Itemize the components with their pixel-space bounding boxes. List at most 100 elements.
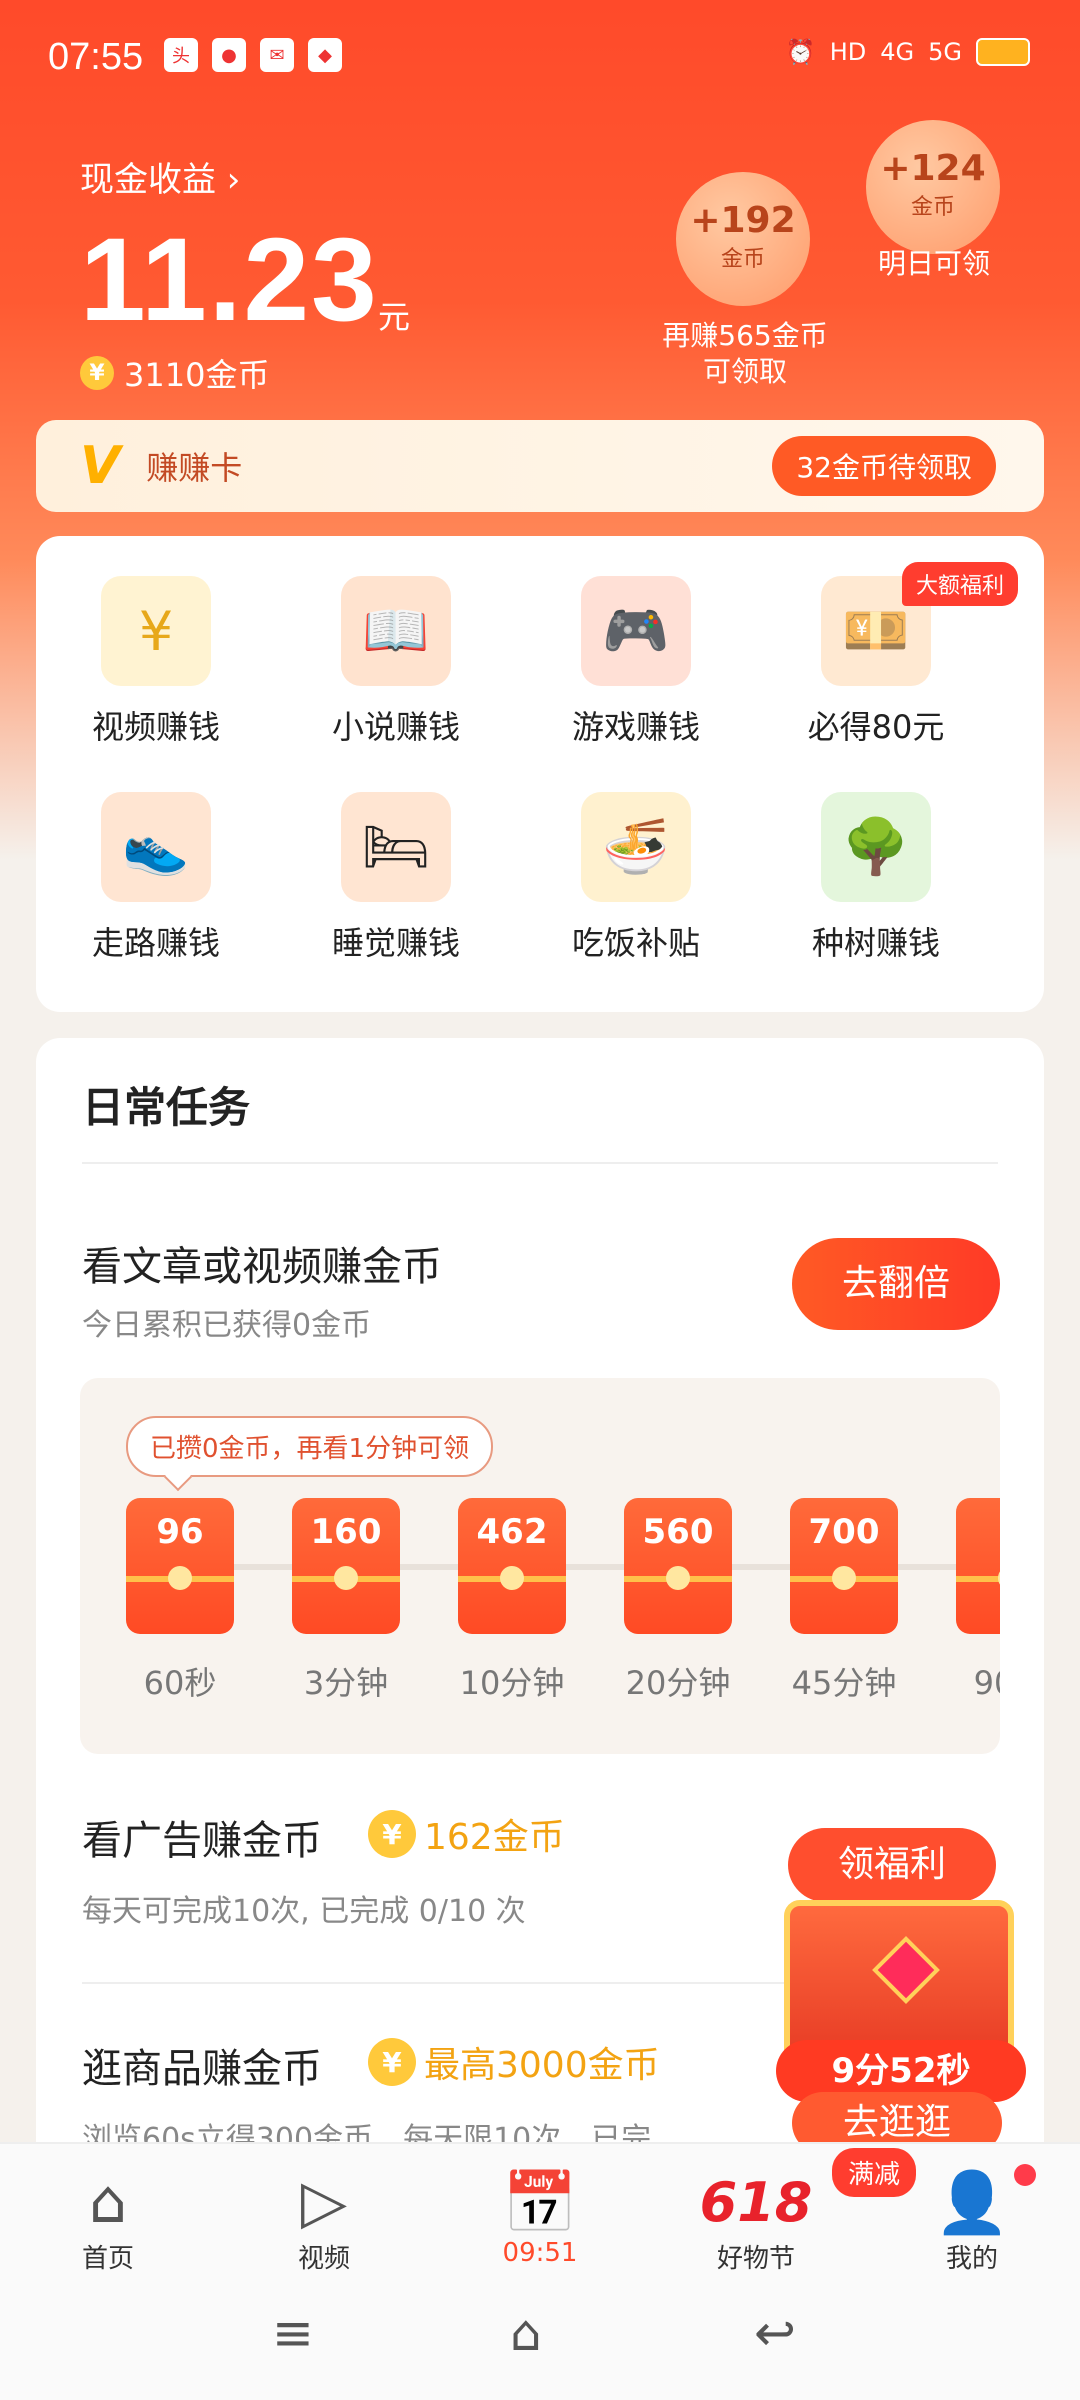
- notification-dot: [1014, 2164, 1036, 2186]
- envelope-knob: [666, 1566, 690, 1590]
- envelope-time-label: 45分钟: [791, 1664, 897, 1702]
- tab-video[interactable]: ▷ 视频: [244, 2166, 404, 2275]
- coin-balance-text: 3110金币: [124, 356, 270, 394]
- envelope-knob: [500, 1566, 524, 1590]
- tab-label: 视频: [297, 2244, 350, 2274]
- system-navigation: ≡ ⌂ ↩: [0, 2290, 1080, 2380]
- coin-stack-icon: ¥: [101, 576, 211, 686]
- bubble-amount: +192: [690, 200, 796, 241]
- earn-card-title: 赚赚卡: [146, 449, 243, 487]
- menu-icon[interactable]: ≡: [272, 2304, 314, 2362]
- task-reward: ¥ 162金币: [368, 1808, 565, 1860]
- double-reward-button[interactable]: 去翻倍: [792, 1238, 1000, 1330]
- tab-shopping-festival[interactable]: 618 好物节: [676, 2166, 836, 2275]
- grid-item-label: 小说赚钱: [331, 708, 460, 746]
- bubble-caption-line: 再赚565金币: [662, 319, 828, 352]
- gamepad-icon: 🎮: [581, 576, 691, 686]
- divider: [82, 1162, 998, 1164]
- envelope-knob: [334, 1566, 358, 1590]
- coin-icon: ¥: [80, 356, 114, 390]
- task-subtitle: 每天可完成10次, 已完成 0/10 次: [82, 1894, 526, 1929]
- treasure-chest-widget[interactable]: 领福利 9分52秒 去逛逛: [776, 1820, 1026, 2154]
- back-icon[interactable]: ↩: [754, 2304, 796, 2362]
- system-indicators: ⏰ HD 4G 5G: [786, 38, 1030, 66]
- reward-envelope[interactable]: 6: [956, 1498, 1000, 1634]
- coin-icon: ¥: [368, 2038, 416, 2086]
- cash-value: 11.23: [80, 214, 379, 346]
- tab-tasks[interactable]: 📅 09:51: [460, 2166, 620, 2269]
- status-bar: 07:55 头 ● ✉ ◆ ⏰ HD 4G 5G: [0, 0, 1080, 110]
- claim-bonus-button[interactable]: 领福利: [788, 1828, 996, 1902]
- discount-badge: 满减: [832, 2148, 917, 2197]
- coin-bubble[interactable]: +192 金币: [676, 172, 810, 306]
- progress-tip: 已攒0金币，再看1分钟可领: [126, 1416, 494, 1477]
- earning-grid: ¥ 视频赚钱 📖 小说赚钱 🎮 游戏赚钱 💴 必得80元 👟 走路赚钱 🛏 睡觉…: [36, 536, 1044, 1012]
- v-logo-icon: V: [80, 436, 121, 496]
- grid-item-tree[interactable]: 🌳 种树赚钱: [756, 792, 996, 964]
- cash-unit: 元: [378, 298, 411, 336]
- grid-item-game[interactable]: 🎮 游戏赚钱: [516, 576, 756, 748]
- wechat-icon: ✉: [260, 38, 294, 72]
- app-notification-icon: ●: [212, 38, 246, 72]
- task-reward-text: 162金币: [424, 1817, 565, 1858]
- envelope-time-label: 20分钟: [625, 1664, 731, 1702]
- grid-item-label: 种树赚钱: [811, 924, 940, 962]
- envelope-value: 6: [956, 1512, 1000, 1552]
- battery-icon: [976, 38, 1030, 66]
- reward-envelope[interactable]: 96: [126, 1498, 234, 1634]
- envelope-time-label: 3分钟: [303, 1664, 389, 1702]
- reward-envelope[interactable]: 560: [624, 1498, 732, 1634]
- bubble-caption-line: 可领取: [702, 355, 787, 388]
- grid-item-novel[interactable]: 📖 小说赚钱: [276, 576, 516, 748]
- envelope-knob: [998, 1566, 1000, 1590]
- home-icon: ⌂: [88, 2167, 128, 2237]
- tab-label: 09:51: [502, 2238, 578, 2268]
- task-subtitle: 今日累积已获得0金币: [82, 1308, 372, 1343]
- envelope-value: 700: [808, 1512, 880, 1552]
- shoe-icon: 👟: [101, 792, 211, 902]
- cash-income-link[interactable]: 现金收益 ›: [80, 152, 240, 201]
- heart-gem-icon: [872, 1936, 940, 2004]
- envelope-time-label: 10分钟: [459, 1664, 565, 1702]
- reward-envelope[interactable]: 160: [292, 1498, 400, 1634]
- tab-home[interactable]: ⌂ 首页: [28, 2166, 188, 2275]
- envelope-value: 160: [310, 1512, 382, 1552]
- grid-item-label: 吃饭补贴: [571, 924, 700, 962]
- task-reward-text: 最高3000金币: [424, 2045, 660, 2086]
- coin-balance: ¥ 3110金币: [80, 350, 269, 396]
- grid-item-label: 睡觉赚钱: [331, 924, 460, 962]
- tab-label: 我的: [945, 2244, 998, 2274]
- hd-indicator: HD: [829, 38, 867, 66]
- app-notification-icon: 头: [164, 38, 198, 72]
- envelope-value: 96: [156, 1512, 204, 1552]
- task-reward: ¥ 最高3000金币: [368, 2036, 660, 2088]
- earn-card[interactable]: V 赚赚卡 32金币待领取: [36, 420, 1044, 512]
- play-icon: ▷: [300, 2167, 348, 2237]
- task-title: 看广告赚金币: [82, 1818, 322, 1864]
- reward-envelope[interactable]: 700: [790, 1498, 898, 1634]
- grid-item-walk[interactable]: 👟 走路赚钱: [36, 792, 276, 964]
- grid-item-label: 走路赚钱: [91, 924, 220, 962]
- bubble-unit: 金币: [910, 195, 955, 220]
- envelope-band: [956, 1576, 1000, 1582]
- task-title: 看文章或视频赚金币: [82, 1244, 442, 1290]
- bed-icon: 🛏: [341, 792, 451, 902]
- claim-coins-button[interactable]: 32金币待领取: [772, 436, 996, 496]
- bubble-caption: 再赚565金币 可领取: [640, 318, 850, 390]
- grid-item-video[interactable]: ¥ 视频赚钱: [36, 576, 276, 748]
- home-nav-icon[interactable]: ⌂: [510, 2304, 542, 2362]
- grid-item-sleep[interactable]: 🛏 睡觉赚钱: [276, 792, 516, 964]
- grid-item-meal[interactable]: 🍜 吃饭补贴: [516, 792, 756, 964]
- grid-item-label: 必得80元: [807, 708, 945, 746]
- bubble-unit: 金币: [720, 247, 765, 272]
- notification-icons: 头 ● ✉ ◆: [164, 38, 342, 72]
- daily-tasks-title: 日常任务: [82, 1083, 251, 1132]
- tree-icon: 🌳: [821, 792, 931, 902]
- bubble-amount: +124: [880, 148, 986, 189]
- envelope-time-label: 90分: [973, 1664, 1000, 1702]
- book-icon: 📖: [341, 576, 451, 686]
- envelope-value: 560: [642, 1512, 714, 1552]
- reward-envelope[interactable]: 462: [458, 1498, 566, 1634]
- coin-bubble[interactable]: +124 金币: [866, 120, 1000, 254]
- bubble-caption-line: 明日可领: [877, 247, 990, 280]
